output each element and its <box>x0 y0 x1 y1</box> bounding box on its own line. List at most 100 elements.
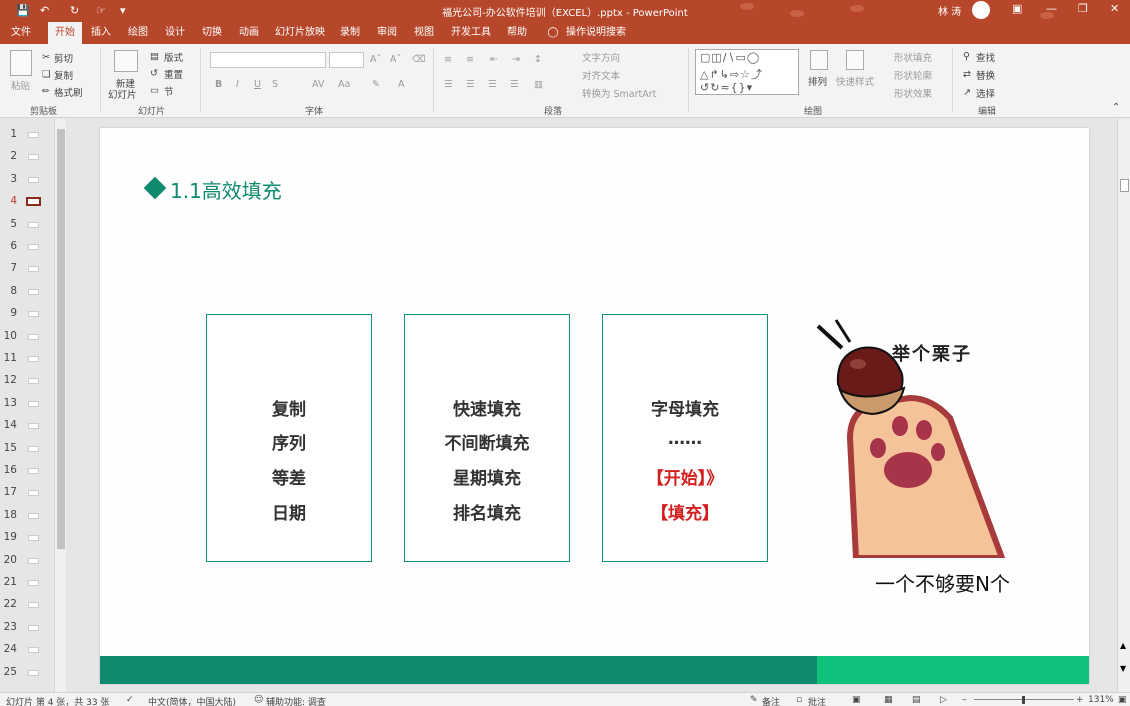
tab-design[interactable]: 设计 <box>160 22 190 44</box>
slide-thumbnail[interactable] <box>28 176 39 183</box>
thumbnail-number[interactable]: 4 <box>3 195 17 207</box>
accessibility-status[interactable]: 辅助功能: 调查 <box>266 695 326 706</box>
tell-me-search[interactable]: 操作说明搜索 <box>564 22 628 44</box>
avatar[interactable] <box>972 1 990 19</box>
new-slide-icon[interactable] <box>114 50 138 72</box>
collapse-ribbon-icon[interactable]: ⌃ <box>1112 102 1120 113</box>
select-button[interactable]: 选择 <box>976 86 995 100</box>
fill-card-3[interactable]: 字母填充 …… 【开始】》 【填充】 <box>602 314 768 562</box>
slide-sorter-icon[interactable]: ▦ <box>884 695 893 705</box>
increase-font-icon[interactable]: Aˆ <box>370 54 381 65</box>
thumbnail-number[interactable]: 3 <box>3 173 17 185</box>
tab-help[interactable]: 帮助 <box>502 22 532 44</box>
thumbnail-number[interactable]: 19 <box>3 531 17 543</box>
tab-insert[interactable]: 插入 <box>86 22 116 44</box>
user-name[interactable]: 林 涛 <box>938 3 961 18</box>
arrange-icon[interactable] <box>810 50 828 70</box>
fill-card-2[interactable]: 快速填充 不间断填充 星期填充 排名填充 <box>404 314 570 562</box>
underline-button[interactable]: U <box>254 79 261 90</box>
new-slide-label[interactable]: 幻灯片 <box>108 87 137 101</box>
slide-thumbnail[interactable] <box>28 602 39 609</box>
slide-thumbnail[interactable] <box>28 221 39 228</box>
line-spacing-icon[interactable]: ↕ <box>534 54 542 65</box>
shape-effects-button[interactable]: 形状效果 <box>894 86 932 100</box>
slide-thumbnail[interactable] <box>26 197 41 207</box>
tab-animations[interactable]: 动画 <box>234 22 264 44</box>
thumbnail-number[interactable]: 21 <box>3 576 17 588</box>
find-button[interactable]: 查找 <box>976 50 995 64</box>
zoom-slider-handle[interactable] <box>1022 696 1025 704</box>
thumbnail-number[interactable]: 22 <box>3 598 17 610</box>
slide-thumbnail[interactable] <box>28 311 39 318</box>
scrollbar-thumb[interactable] <box>57 129 65 549</box>
tab-developer[interactable]: 开发工具 <box>448 22 494 44</box>
font-color-icon[interactable]: A <box>398 79 405 90</box>
paste-icon[interactable] <box>10 50 32 76</box>
align-left-icon[interactable]: ☰ <box>444 79 453 90</box>
convert-smartart-button[interactable]: 转换为 SmartArt <box>582 86 656 100</box>
slide-thumbnail[interactable] <box>28 535 39 542</box>
reset-button[interactable]: 重置 <box>164 67 183 81</box>
slideshow-view-icon[interactable]: ▷ <box>940 695 947 705</box>
tab-slideshow[interactable]: 幻灯片放映 <box>272 22 328 44</box>
thumbnail-number[interactable]: 24 <box>3 643 17 655</box>
thumbnail-scrollbar[interactable] <box>54 119 66 692</box>
thumbnail-number[interactable]: 7 <box>3 262 17 274</box>
slide-thumbnail[interactable] <box>28 132 39 138</box>
zoom-out-icon[interactable]: – <box>962 695 967 705</box>
shape-outline-button[interactable]: 形状轮廓 <box>894 68 932 82</box>
slide-thumbnail[interactable] <box>28 468 39 474</box>
scrollbar-thumb[interactable] <box>1120 179 1129 192</box>
align-text-button[interactable]: 对齐文本 <box>582 68 620 82</box>
fit-slide-icon[interactable]: ▣ <box>1118 695 1127 705</box>
tab-draw[interactable]: 绘图 <box>123 22 153 44</box>
zoom-in-icon[interactable]: + <box>1076 695 1084 705</box>
font-name-input[interactable] <box>210 52 326 68</box>
thumbnail-number[interactable]: 9 <box>3 307 17 319</box>
paste-button[interactable]: 粘贴 <box>11 78 30 92</box>
clear-format-icon[interactable]: ⌫ <box>412 54 425 65</box>
thumbnail-number[interactable]: 17 <box>3 486 17 498</box>
thumbnail-number[interactable]: 2 <box>3 150 17 162</box>
numbering-icon[interactable]: ≡ <box>466 54 474 65</box>
thumbnail-number[interactable]: 13 <box>3 397 17 409</box>
slide-thumbnail[interactable] <box>28 356 39 362</box>
zoom-level[interactable]: 131% <box>1088 695 1114 705</box>
italic-button[interactable]: I <box>236 79 239 90</box>
replace-button[interactable]: 替换 <box>976 68 995 82</box>
thumbnail-number[interactable]: 6 <box>3 240 17 252</box>
fill-card-1[interactable]: 复制 序列 等差 日期 <box>206 314 372 562</box>
thumbnail-number[interactable]: 1 <box>3 128 17 140</box>
quick-styles-button[interactable]: 快速样式 <box>836 74 874 88</box>
slide-thumbnail[interactable] <box>28 647 39 654</box>
tab-review[interactable]: 审阅 <box>373 22 401 44</box>
slide-thumbnail[interactable] <box>28 445 39 452</box>
font-size-input[interactable] <box>329 52 364 68</box>
slide-thumbnail[interactable] <box>28 333 39 340</box>
notes-button[interactable]: 备注 <box>762 695 780 706</box>
cut-button[interactable]: 剪切 <box>54 51 73 65</box>
tab-home[interactable]: 开始 <box>48 22 82 44</box>
justify-icon[interactable]: ☰ <box>510 79 519 90</box>
thumbnail-number[interactable]: 11 <box>3 352 17 364</box>
slide-scrollbar[interactable]: ▲ ▼ <box>1117 119 1130 692</box>
slide-thumbnail[interactable] <box>28 557 39 564</box>
thumbnail-number[interactable]: 5 <box>3 218 17 230</box>
shape-fill-button[interactable]: 形状填充 <box>894 50 932 64</box>
slide-thumbnail[interactable] <box>28 669 39 676</box>
layout-button[interactable]: 版式 <box>164 50 183 64</box>
spellcheck-icon[interactable]: ✓ <box>126 695 134 705</box>
thumbnail-number[interactable]: 14 <box>3 419 17 431</box>
thumbnail-number[interactable]: 20 <box>3 554 17 566</box>
thumbnail-number[interactable]: 16 <box>3 464 17 476</box>
thumbnail-number[interactable]: 23 <box>3 621 17 633</box>
ribbon-options-icon[interactable]: ▣ <box>1012 2 1022 15</box>
columns-icon[interactable]: ▥ <box>534 79 543 90</box>
thumbnail-number[interactable]: 12 <box>3 374 17 386</box>
thumbnail-number[interactable]: 25 <box>3 666 17 678</box>
slide-thumbnail[interactable] <box>28 266 39 273</box>
section-button[interactable]: 节 <box>164 84 174 98</box>
arrange-button[interactable]: 排列 <box>808 74 827 88</box>
thumbnail-number[interactable]: 18 <box>3 509 17 521</box>
slide-thumbnail[interactable] <box>28 378 39 385</box>
